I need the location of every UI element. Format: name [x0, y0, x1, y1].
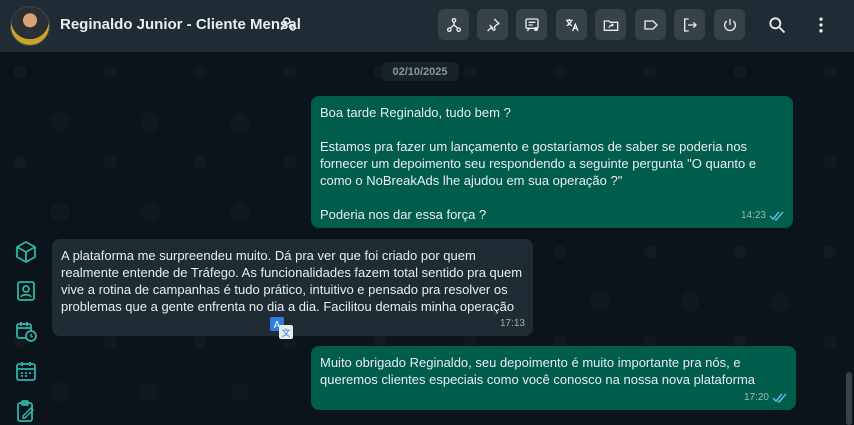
clipboard-edit-icon[interactable] [14, 399, 38, 423]
contact-card-icon[interactable] [14, 279, 38, 303]
message-text: Muito obrigado Reginaldo, seu depoimento… [320, 355, 756, 387]
message-settings-icon [524, 17, 539, 31]
message-bubble-outgoing[interactable]: Boa tarde Reginaldo, tudo bem ? Estamos … [311, 96, 793, 228]
chat-scrollbar[interactable] [846, 372, 852, 425]
read-ticks-icon [769, 211, 784, 221]
avatar[interactable] [10, 6, 50, 46]
date-separator: 02/10/2025 [381, 62, 459, 81]
tree-button[interactable] [438, 9, 469, 40]
share-folder-icon [603, 19, 618, 31]
pin-button[interactable] [477, 9, 508, 40]
read-ticks-icon [772, 393, 787, 403]
message-meta: 17:13 [500, 315, 525, 332]
message-bubble-outgoing[interactable]: Muito obrigado Reginaldo, seu depoimento… [311, 346, 796, 410]
translate-button[interactable] [556, 9, 587, 40]
contact-name[interactable]: Reginaldo Junior - Cliente Mensal [60, 16, 301, 33]
message-time: 14:23 [740, 210, 766, 221]
message-meta: 14:23 [741, 207, 785, 224]
message-settings-button[interactable] [516, 9, 547, 40]
power-button[interactable] [714, 9, 745, 40]
calendar-clock-icon[interactable] [14, 319, 38, 343]
search-icon [769, 17, 786, 34]
message-meta: 17:20 [744, 389, 788, 406]
message-time: 17:20 [743, 392, 769, 403]
message-text: Boa tarde Reginaldo, tudo bem ? Estamos … [320, 105, 757, 222]
svg-text:文: 文 [281, 327, 290, 339]
translate-message-icon[interactable]: A 文 [268, 315, 294, 341]
logout-button[interactable] [674, 9, 705, 40]
search-button[interactable] [765, 13, 789, 37]
share-folder-button[interactable] [595, 9, 626, 40]
power-icon [723, 18, 736, 31]
calendar-icon[interactable] [14, 359, 38, 383]
message-time: 17:13 [499, 318, 525, 329]
translate-icon [565, 18, 579, 31]
label-icon [643, 19, 658, 30]
message-text: A plataforma me surpreendeu muito. Dá pr… [61, 248, 526, 314]
pin-icon [486, 18, 500, 31]
label-button[interactable] [635, 9, 666, 40]
chat-area: 02/10/2025 Boa tarde Reginaldo, tudo bem… [0, 52, 854, 425]
logout-icon [683, 17, 697, 32]
box-icon[interactable] [14, 240, 38, 264]
contact-user-icon[interactable] [280, 15, 298, 33]
menu-button[interactable] [809, 13, 833, 37]
more-vert-icon [819, 17, 823, 33]
chat-header: Reginaldo Junior - Cliente Mensal [0, 0, 854, 52]
tree-icon [446, 17, 461, 32]
